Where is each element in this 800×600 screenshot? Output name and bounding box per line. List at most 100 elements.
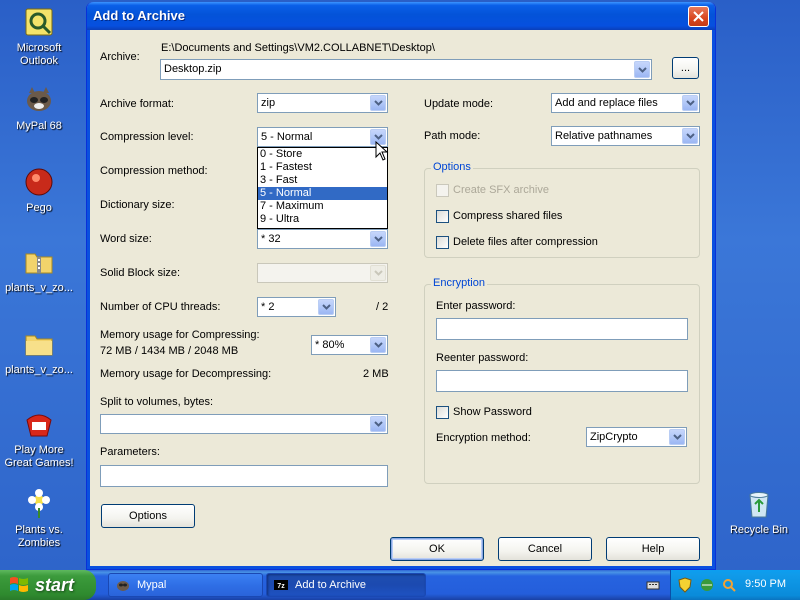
- security-shield-icon[interactable]: [677, 577, 693, 593]
- task-add-to-archive[interactable]: 7z Add to Archive: [266, 573, 426, 597]
- popcap-icon: [23, 408, 55, 440]
- parameters-label: Parameters:: [100, 446, 160, 458]
- memory-percent-combo[interactable]: * 80%: [311, 335, 388, 355]
- level-option[interactable]: 9 - Ultra: [258, 213, 387, 226]
- compression-level-combo[interactable]: 5 - Normal: [257, 127, 388, 147]
- encryption-method-value: ZipCrypto: [590, 431, 638, 443]
- desktop-icon-recycle-bin[interactable]: Recycle Bin: [720, 488, 798, 537]
- close-icon: [693, 11, 704, 22]
- desktop-icon-mypal[interactable]: MyPal 68: [0, 84, 78, 133]
- update-mode-combo[interactable]: Add and replace files: [551, 93, 700, 113]
- encryption-method-combo[interactable]: ZipCrypto: [586, 427, 687, 447]
- windows-logo-icon: [10, 577, 28, 592]
- cancel-button[interactable]: Cancel: [498, 537, 592, 561]
- cpu-threads-label: Number of CPU threads:: [100, 301, 221, 313]
- archive-format-combo[interactable]: zip: [257, 93, 388, 113]
- archive-label: Archive:: [100, 51, 140, 63]
- show-password-checkbox[interactable]: [436, 406, 449, 419]
- window-title: Add to Archive: [93, 8, 185, 23]
- desktop-icon-label: plants_v_zo...: [5, 282, 73, 294]
- chevron-down-icon[interactable]: [370, 416, 386, 432]
- browse-button[interactable]: ...: [672, 57, 699, 79]
- level-option[interactable]: 3 - Fast: [258, 174, 387, 187]
- parameters-input[interactable]: [100, 465, 388, 487]
- task-label: Add to Archive: [295, 579, 366, 591]
- enter-password-label: Enter password:: [436, 300, 516, 312]
- desktop-icon-pvz[interactable]: Plants vs. Zombies: [0, 488, 78, 550]
- encryption-method-label: Encryption method:: [436, 432, 531, 444]
- desktop-icon-pego[interactable]: Pego: [0, 166, 78, 215]
- word-size-label: Word size:: [100, 233, 152, 245]
- create-sfx-checkbox: [436, 184, 449, 197]
- pego-icon: [23, 166, 55, 198]
- password-input[interactable]: [436, 318, 688, 340]
- path-mode-combo[interactable]: Relative pathnames: [551, 126, 700, 146]
- ok-button[interactable]: OK: [390, 537, 484, 561]
- compress-shared-label: Compress shared files: [453, 210, 563, 222]
- chevron-down-icon[interactable]: [682, 128, 698, 144]
- archive-name-value: Desktop.zip: [164, 63, 222, 75]
- chevron-down-icon[interactable]: [370, 337, 386, 353]
- level-option[interactable]: 1 - Fastest: [258, 161, 387, 174]
- desktop-icon-plants-folder[interactable]: plants_v_zo...: [0, 328, 78, 377]
- split-volumes-combo[interactable]: [100, 414, 388, 434]
- reenter-password-label: Reenter password:: [436, 352, 529, 364]
- desktop-icon-label: Play More Great Games!: [4, 444, 74, 469]
- level-option[interactable]: 0 - Store: [258, 148, 387, 161]
- compress-shared-checkbox[interactable]: [436, 210, 449, 223]
- archive-format-label: Archive format:: [100, 98, 174, 110]
- desktop-icon-label: MyPal 68: [16, 120, 62, 132]
- desktop-icon-label: plants_v_zo...: [5, 364, 73, 376]
- memory-decompress-value: 2 MB: [363, 368, 389, 380]
- archive-name-combo[interactable]: Desktop.zip: [160, 59, 652, 80]
- dictionary-size-label: Dictionary size:: [100, 199, 175, 211]
- create-sfx-label: Create SFX archive: [453, 184, 549, 196]
- start-button[interactable]: start: [0, 570, 96, 600]
- reenter-password-input[interactable]: [436, 370, 688, 392]
- chevron-down-icon[interactable]: [370, 231, 386, 247]
- help-button[interactable]: Help: [606, 537, 700, 561]
- chevron-down-icon[interactable]: [682, 95, 698, 111]
- mouse-cursor-icon: [375, 141, 389, 161]
- task-mypal[interactable]: Mypal: [108, 573, 263, 597]
- desktop-icon-label: Pego: [26, 202, 52, 214]
- network-icon[interactable]: [699, 577, 715, 593]
- chevron-down-icon[interactable]: [634, 61, 650, 78]
- dialog-body: Archive: E:\Documents and Settings\VM2.C…: [90, 30, 712, 566]
- options-group-title: Options: [431, 161, 473, 173]
- word-size-combo[interactable]: * 32: [257, 229, 388, 249]
- 7zip-icon: 7z: [274, 580, 288, 590]
- desktop-icon-label: Microsoft Outlook: [16, 42, 62, 67]
- close-button[interactable]: [688, 6, 709, 27]
- archive-path: E:\Documents and Settings\VM2.COLLABNET\…: [161, 42, 435, 54]
- level-option[interactable]: 7 - Maximum: [258, 200, 387, 213]
- start-label: start: [35, 574, 75, 595]
- chevron-down-icon: [370, 265, 386, 281]
- encryption-group-title: Encryption: [431, 277, 487, 289]
- path-mode-label: Path mode:: [424, 130, 481, 142]
- delete-after-checkbox[interactable]: [436, 236, 449, 249]
- desktop-icon-outlook[interactable]: Microsoft Outlook: [0, 6, 78, 68]
- update-mode-label: Update mode:: [424, 98, 494, 110]
- desktop-icon-popcap[interactable]: Play More Great Games!: [0, 408, 78, 470]
- chevron-down-icon[interactable]: [370, 95, 386, 111]
- memory-decompress-label: Memory usage for Decompressing:: [100, 368, 272, 380]
- cpu-threads-value: * 2: [261, 301, 275, 313]
- solid-block-size-label: Solid Block size:: [100, 267, 181, 279]
- archive-format-value: zip: [261, 97, 276, 109]
- chevron-down-icon[interactable]: [669, 429, 685, 445]
- options-button[interactable]: Options: [101, 504, 195, 528]
- system-tray: 9:50 PM: [670, 570, 800, 600]
- desktop-icon-plants-zip[interactable]: plants_v_zo...: [0, 246, 78, 295]
- search-icon[interactable]: [721, 577, 737, 593]
- pvz-flower-icon: [23, 488, 55, 520]
- keyboard-icon[interactable]: [646, 578, 660, 592]
- word-size-value: * 32: [261, 233, 281, 245]
- memory-percent-value: * 80%: [315, 339, 345, 351]
- level-option-selected[interactable]: 5 - Normal: [258, 187, 387, 200]
- folder-icon: [23, 328, 55, 360]
- title-bar[interactable]: Add to Archive: [87, 2, 715, 30]
- chevron-down-icon[interactable]: [318, 299, 334, 315]
- show-password-label: Show Password: [453, 406, 532, 418]
- cpu-threads-combo[interactable]: * 2: [257, 297, 336, 317]
